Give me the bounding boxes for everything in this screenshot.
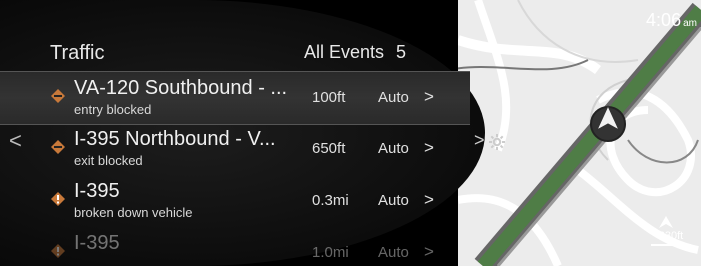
event-filter[interactable]: All Events 5 [304,42,406,63]
map-scale: 330ft [651,230,691,246]
event-detail: exit blocked [74,153,143,168]
traffic-event-row[interactable]: I-395 1.0mi Auto > [0,227,470,266]
event-name: I-395 [74,232,120,254]
event-mode: Auto [378,140,409,157]
event-distance: 100ft [312,89,346,106]
blocked-icon [51,89,65,103]
clock-time: 4:06 [646,10,682,30]
chevron-right-icon: > [424,242,434,261]
traffic-list-panel: Traffic All Events 5 VA-120 Southbound - … [0,0,485,266]
chevron-right-icon: > [424,190,434,209]
event-name: VA-120 Southbound - ... [74,77,288,99]
event-distance: 0.3mi [312,192,349,209]
event-mode: Auto [378,244,409,261]
traffic-screen: Traffic All Events 5 VA-120 Southbound - … [0,0,701,266]
event-name: I-395 [74,180,120,202]
traffic-event-row[interactable]: VA-120 Southbound - ... entry blocked 10… [0,71,470,125]
blocked-icon [51,140,65,154]
event-count-badge: 5 [396,42,407,62]
vehicle-position-icon [590,104,626,142]
event-name: I-395 Northbound - V... [74,128,276,150]
warning-icon [51,244,65,258]
settings-gear-icon[interactable] [488,133,506,151]
event-distance: 1.0mi [312,244,349,261]
event-distance: 650ft [312,140,346,157]
chevron-right-icon[interactable]: > [474,130,485,151]
north-arrow-icon [659,216,673,228]
event-mode: Auto [378,192,409,209]
warning-icon [51,192,65,206]
event-filter-label: All Events [304,42,385,62]
traffic-event-row[interactable]: I-395 broken down vehicle 0.3mi Auto > [0,175,470,227]
traffic-event-row[interactable]: I-395 Northbound - V... exit blocked 650… [0,123,470,175]
chevron-left-icon[interactable]: < [9,128,22,154]
event-detail: broken down vehicle [74,205,193,220]
event-mode: Auto [378,89,409,106]
page-title: Traffic [50,42,105,64]
event-detail: entry blocked [74,102,152,117]
clock-ampm: am [683,18,697,29]
chevron-right-icon: > [424,87,434,106]
chevron-right-icon: > [424,138,434,157]
clock: 4:06 am [646,10,697,31]
